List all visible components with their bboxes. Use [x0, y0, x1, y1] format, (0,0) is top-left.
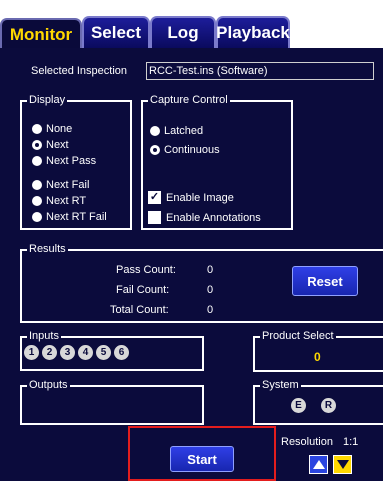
radio-selected-icon [32, 139, 42, 150]
total-count-value: 0 [207, 304, 214, 316]
resolution-down-button[interactable] [333, 455, 352, 474]
tab-log[interactable]: Log [150, 16, 216, 48]
outputs-group: Outputs [20, 379, 204, 425]
display-option-next-rt[interactable]: Next RT [32, 194, 86, 207]
input-6-indicator: 6 [114, 345, 129, 360]
radio-icon [32, 123, 42, 134]
tab-bar: Monitor Select Log Playback [0, 0, 383, 50]
input-3-indicator: 3 [60, 345, 75, 360]
system-e-badge: E [291, 398, 306, 413]
inputs-title: Inputs [27, 330, 61, 342]
start-button[interactable]: Start [170, 446, 234, 472]
resolution-up-button[interactable] [309, 455, 328, 474]
display-option-label: Next [46, 138, 69, 151]
capture-mode-label: Latched [164, 124, 204, 137]
enable-annotations-checkbox[interactable]: Enable Annotations [148, 211, 261, 224]
radio-icon [32, 179, 42, 190]
pass-count-label: Pass Count: [116, 264, 176, 276]
display-option-label: Next RT Fail [46, 210, 107, 223]
display-option-next-fail[interactable]: Next Fail [32, 178, 89, 191]
input-5-indicator: 5 [96, 345, 111, 360]
selected-inspection-field[interactable]: RCC-Test.ins (Software) [146, 62, 374, 80]
fail-count-value: 0 [207, 284, 214, 296]
enable-annotations-label: Enable Annotations [166, 211, 261, 224]
tab-playback[interactable]: Playback [216, 16, 290, 48]
reset-button[interactable]: Reset [292, 266, 358, 296]
enable-image-label: Enable Image [166, 191, 234, 204]
total-count-label: Total Count: [110, 304, 169, 316]
arrow-up-icon [312, 460, 325, 469]
outputs-title: Outputs [27, 379, 70, 391]
resolution-label: Resolution [281, 436, 333, 448]
radio-icon [150, 125, 160, 136]
display-group-title: Display [27, 94, 68, 106]
system-group: System [253, 379, 383, 425]
input-1-indicator: 1 [24, 345, 39, 360]
enable-image-checkbox[interactable]: ✓ Enable Image [148, 191, 234, 204]
results-title: Results [27, 243, 68, 255]
display-option-none[interactable]: None [32, 122, 72, 135]
radio-icon [32, 211, 42, 222]
checkmark-icon: ✓ [148, 191, 161, 204]
product-select-title: Product Select [260, 330, 336, 342]
selected-inspection-label: Selected Inspection [31, 65, 128, 77]
capture-mode-label: Continuous [164, 143, 220, 156]
display-option-next-pass[interactable]: Next Pass [32, 154, 96, 167]
display-option-next[interactable]: Next [32, 138, 69, 151]
radio-icon [32, 155, 42, 166]
display-option-label: None [46, 122, 73, 135]
unchecked-box-icon [148, 211, 161, 224]
inputs-indicators: 1 2 3 4 5 6 [24, 345, 129, 360]
capture-control-title: Capture Control [148, 94, 230, 106]
arrow-down-icon [336, 460, 349, 469]
tab-select[interactable]: Select [82, 16, 150, 48]
system-r-icon: R [321, 398, 336, 413]
fail-count-label: Fail Count: [116, 284, 170, 296]
display-option-label: Next RT [46, 194, 87, 207]
pass-count-value: 0 [207, 264, 214, 276]
display-option-next-rt-fail[interactable]: Next RT Fail [32, 210, 107, 223]
capture-mode-continuous[interactable]: Continuous [150, 143, 220, 156]
radio-icon [32, 195, 42, 206]
input-4-indicator: 4 [78, 345, 93, 360]
radio-selected-icon [150, 144, 160, 155]
system-r-badge: R [321, 398, 336, 413]
product-select-value[interactable]: 0 [314, 350, 321, 364]
display-option-label: Next Fail [46, 178, 90, 191]
system-e-icon: E [291, 398, 306, 413]
resolution-value: 1:1 [343, 436, 359, 448]
system-title: System [260, 379, 301, 391]
capture-mode-latched[interactable]: Latched [150, 124, 203, 137]
display-option-label: Next Pass [46, 154, 97, 167]
input-2-indicator: 2 [42, 345, 57, 360]
tab-monitor[interactable]: Monitor [0, 18, 82, 50]
